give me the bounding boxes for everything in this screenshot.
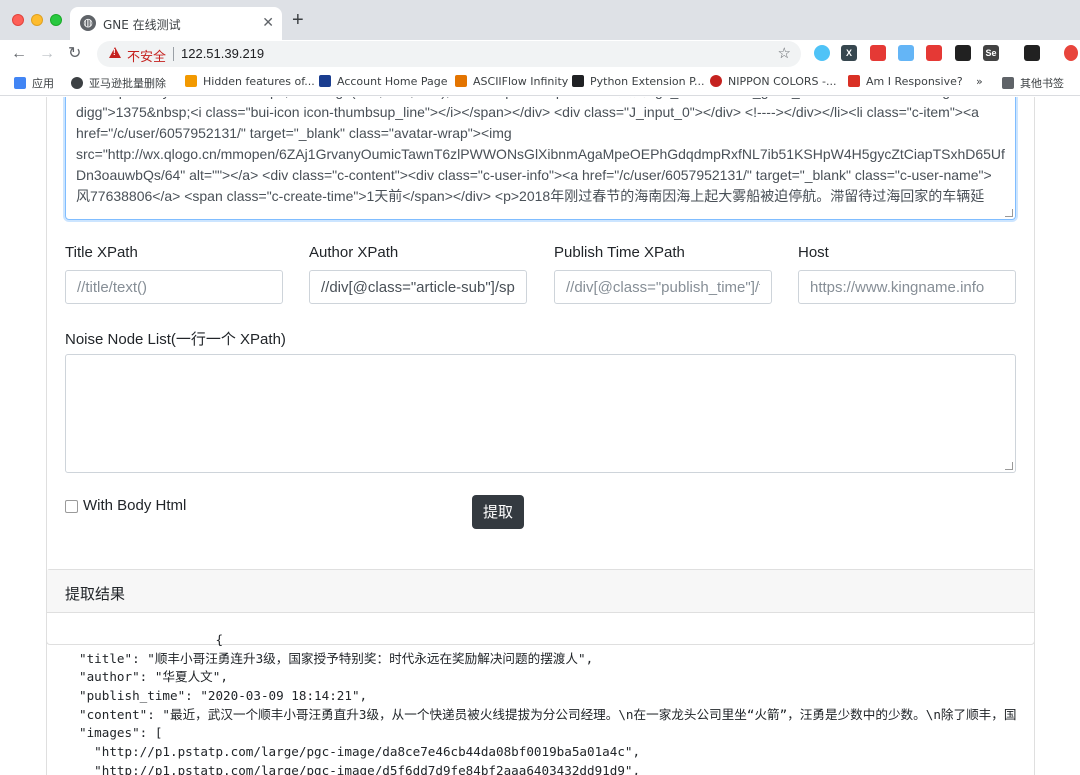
bookmark-item[interactable]: 其他书签 [1002,75,1064,91]
bookmark-item[interactable]: ASCIIFlow Infinity [455,75,568,88]
bookmark-item[interactable]: Account Home Page [319,75,448,88]
noise-node-list-textarea[interactable] [65,354,1016,473]
bookmark-favicon-icon [71,77,83,89]
host-label: Host [798,244,829,261]
bookmark-favicon-icon [455,75,467,87]
publish-time-xpath-input[interactable] [554,270,772,304]
minimize-window-button[interactable] [31,14,43,26]
tampermonkey-ext-icon[interactable] [955,45,971,61]
bookmark-item[interactable]: NIPPON COLORS -... [710,75,836,88]
bookmark-item[interactable]: Am I Responsive? [848,75,963,88]
new-tab-button[interactable]: + [292,10,304,30]
bookmarks-overflow-button[interactable]: » [976,75,983,88]
noise-node-list-label: Noise Node List(一行一个 XPath) [65,331,286,348]
html-source-line: digg">1375&nbsp;<i class="bui-icon icon-… [76,104,979,120]
bookmark-label: Account Home Page [337,75,448,88]
html-source-line: 风77638806</a> <span class="c-create-time… [76,188,985,204]
profile-icon[interactable] [1064,45,1078,61]
fullscreen-window-button[interactable] [50,14,62,26]
result-card-header: 提取结果 [47,570,1034,613]
bookmark-favicon-icon [185,75,197,87]
result-line: "publish_time": "2020-03-09 18:14:21", [79,688,368,704]
result-line: "author": "华夏人文", [79,669,228,685]
resize-handle-icon[interactable] [1005,462,1013,470]
bookmarks-bar: 应用 亚马逊批量删除 Hidden features of... Account Ho… [0,68,1080,96]
result-line: "http://p1.pstatp.com/large/pgc-image/d5… [79,762,641,775]
reload-icon[interactable]: ↻ [68,44,81,64]
bookmark-label: Python Extension P... [590,75,705,88]
bookmark-label: Hidden features of... [203,75,315,88]
html-source-line: href="/c/user/6057952131/" target="_blan… [76,125,512,141]
bookmark-item[interactable]: Python Extension P... [572,75,705,88]
folder-icon [1002,77,1014,89]
bookmark-item[interactable]: Hidden features of... [185,75,315,88]
result-line: { [79,632,224,647]
star-bookmark-icon[interactable]: ☆ [778,44,791,62]
bookmark-favicon-icon [572,75,584,87]
bookmark-label: 亚马逊批量删除 [89,77,166,90]
extract-button[interactable]: 提取 [472,495,524,529]
title-xpath-input[interactable] [65,270,283,304]
forward-arrow-icon[interactable]: → [39,44,55,64]
tab-title: GNE 在线测试 [103,18,181,32]
html-source-textarea[interactable]: icon-report" style="font-size: 14px; col… [65,97,1016,220]
bookmark-favicon-icon [710,75,722,87]
with-body-html-label: With Body Html [83,497,187,514]
apps-grid-icon [14,77,26,89]
html-source-line: Dn3oauwbQs/64" alt=""></a> <div class="c… [76,167,992,183]
bookmark-label: NIPPON COLORS -... [728,75,837,88]
result-line: "images": [ [79,725,163,741]
result-line: "content": "最近，武汉一个顺丰小哥汪勇直升3级，从一个快递员被火线提… [79,706,1016,722]
result-title: 提取结果 [65,585,126,603]
bookmark-favicon-icon [319,75,331,87]
bookmark-label: 其他书签 [1020,77,1064,90]
html-source-line: src="http://wx.qlogo.cn/mmopen/6ZAj1Grva… [76,146,1005,162]
bookmark-label: » [976,75,983,88]
result-line: "http://p1.pstatp.com/large/pgc-image/da… [79,744,641,760]
back-arrow-icon[interactable]: ← [11,44,27,64]
result-line: "title": "顺丰小哥汪勇连升3级，国家授予特别奖：时代永远在奖励解决问题… [79,650,594,666]
browser-tab-bar: ◍ GNE 在线测试 ✕ + [0,0,1080,40]
bookmark-favicon-icon [848,75,860,87]
with-body-html-checkbox[interactable] [65,500,78,513]
circle-ext-icon[interactable] [814,45,830,61]
url-text[interactable]: 122.51.39.219 [181,46,264,61]
globe-icon: ◍ [80,15,96,31]
se-ext-icon[interactable]: Se [983,45,999,61]
bookmark-item[interactable]: 亚马逊批量删除 [71,75,166,91]
security-label: 不安全 [127,50,167,65]
stop-ext-icon[interactable] [870,45,886,61]
feather-ext-icon[interactable] [898,45,914,61]
bookmark-item[interactable]: 应用 [14,75,54,91]
page-content: icon-report" style="font-size: 14px; col… [0,97,1080,775]
x-ext-icon[interactable]: X [841,45,857,61]
browser-tab[interactable]: ◍ GNE 在线测试 ✕ [70,7,282,40]
bookmark-label: 应用 [32,77,54,90]
resize-handle-icon[interactable] [1005,209,1013,217]
close-window-button[interactable] [12,14,24,26]
red-ext-icon[interactable] [926,45,942,61]
host-input[interactable] [798,270,1016,304]
bookmark-label: Am I Responsive? [866,75,963,88]
bookmark-label: ASCIIFlow Infinity [473,75,569,88]
author-xpath-input[interactable] [309,270,527,304]
author-xpath-label: Author XPath [309,244,399,261]
address-separator [173,47,174,61]
publish-time-xpath-label: Publish Time XPath [554,244,685,261]
close-tab-icon[interactable]: ✕ [262,14,274,31]
browser-toolbar: ← → ↻ 不安全 122.51.39.219 ☆ X Se [0,40,1080,68]
camera-ext-icon[interactable] [1024,45,1040,61]
address-bar[interactable]: 不安全 122.51.39.219 ☆ [97,41,801,67]
result-json: { "title": "顺丰小哥汪勇连升3级，国家授予特别奖：时代永远在奖励解决问… [79,631,1016,775]
title-xpath-label: Title XPath [65,244,138,261]
warning-icon [109,47,121,58]
